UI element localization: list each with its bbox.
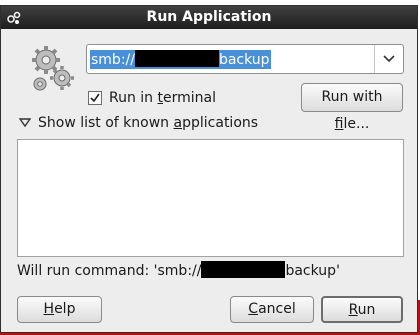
known-apps-label: Show list of known applications xyxy=(38,115,259,131)
window-title: Run Application xyxy=(146,9,272,25)
command-dropdown-button[interactable] xyxy=(374,45,403,73)
known-apps-list[interactable] xyxy=(17,139,404,257)
run-application-dialog: Run Application smb:// backup Run in term… xyxy=(0,5,418,333)
will-run-status: Will run command: 'smb://backup' xyxy=(17,261,340,279)
redacted-block xyxy=(201,261,286,278)
window-menu-icon[interactable] xyxy=(6,10,22,26)
command-suffix: backup xyxy=(218,52,270,68)
run-button[interactable]: Run xyxy=(321,296,403,323)
command-combobox[interactable]: smb:// backup xyxy=(86,44,404,74)
run-with-file-button[interactable]: Run with file... xyxy=(301,83,403,132)
checkbox-box[interactable] xyxy=(88,91,102,105)
chevron-down-icon xyxy=(383,55,395,63)
titlebar: Run Application xyxy=(1,6,417,29)
command-input[interactable]: smb:// backup xyxy=(90,50,271,69)
checkmark-icon xyxy=(90,93,100,103)
run-in-terminal-checkbox[interactable]: Run in terminal xyxy=(88,90,216,106)
known-apps-expander[interactable]: Show list of known applications xyxy=(19,114,258,132)
cancel-button[interactable]: Cancel xyxy=(230,296,314,323)
run-in-terminal-label: Run in terminal xyxy=(109,90,217,106)
help-button[interactable]: Help xyxy=(17,296,102,323)
gears-icon xyxy=(32,46,74,91)
triangle-down-icon xyxy=(19,118,31,128)
redacted-block xyxy=(134,50,219,67)
command-prefix: smb:// xyxy=(91,52,135,68)
